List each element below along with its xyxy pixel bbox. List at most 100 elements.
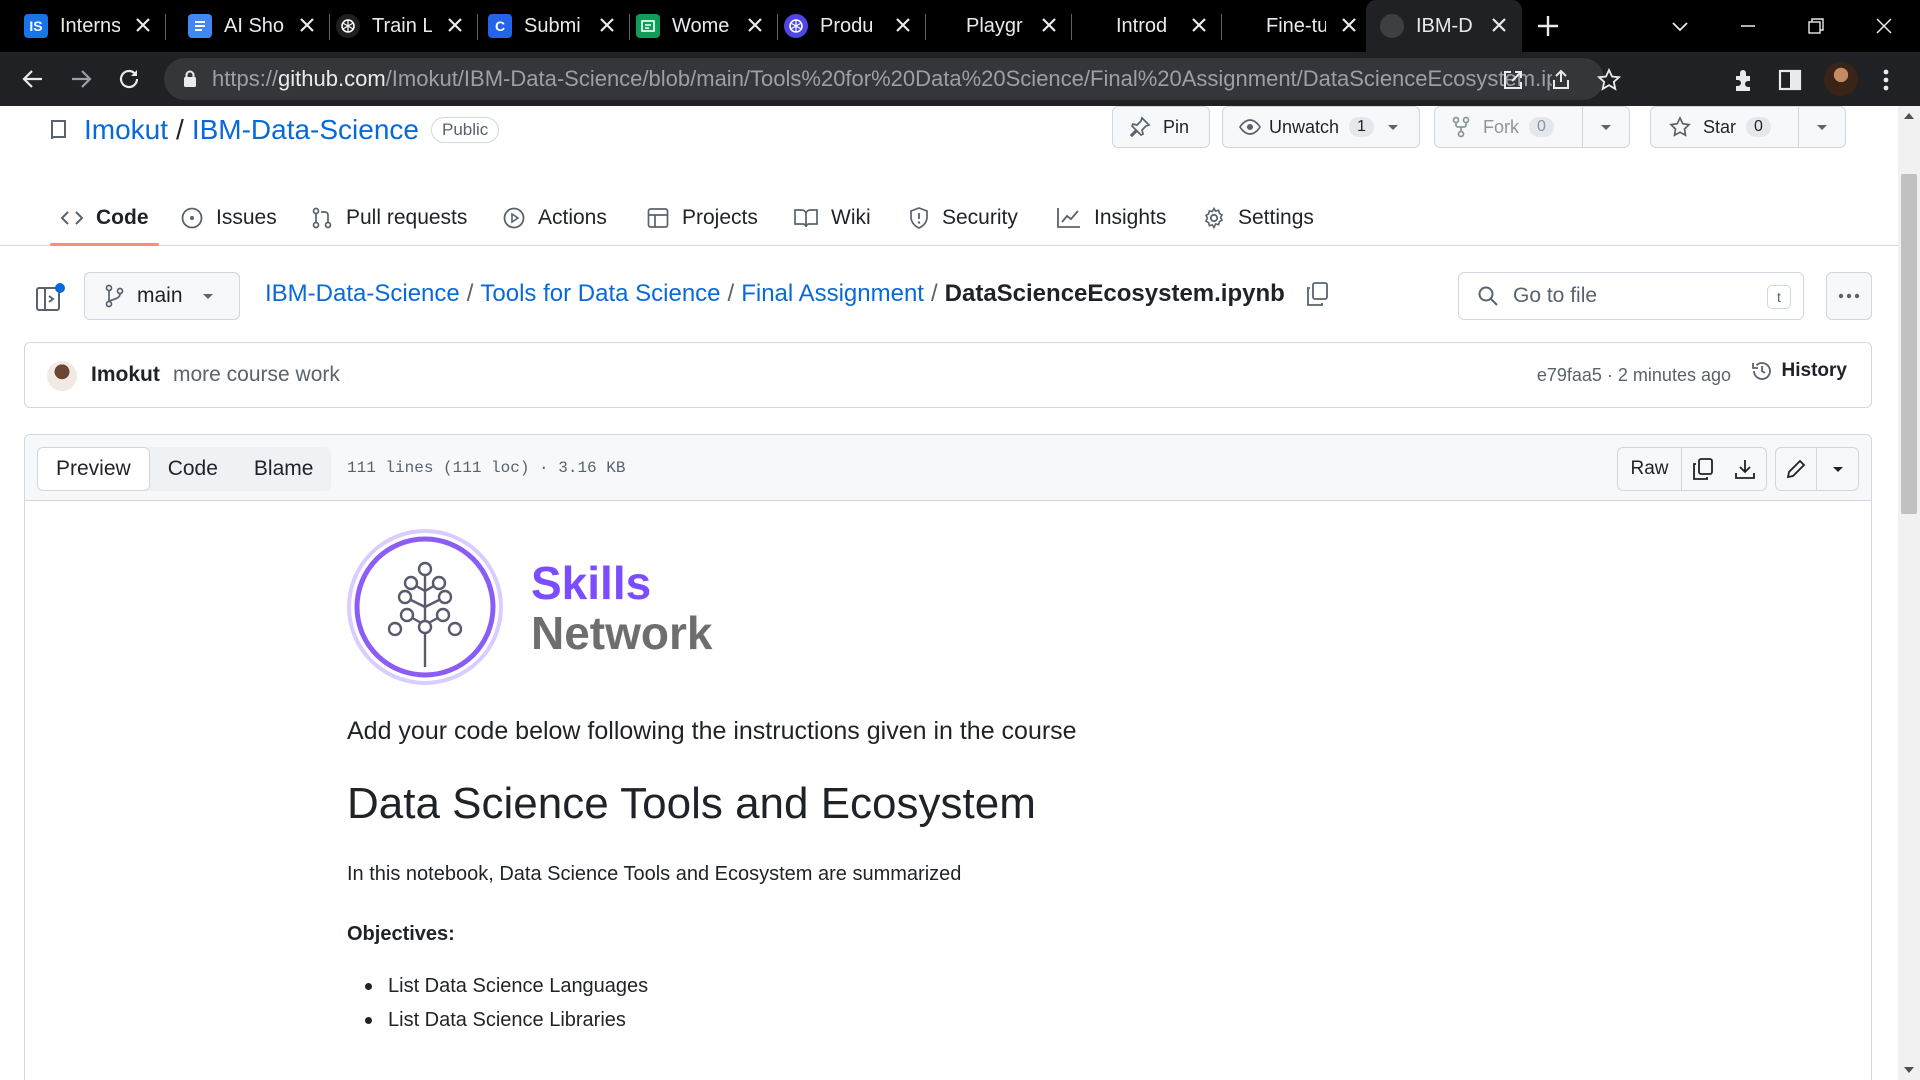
browser-tab[interactable]: Playgr — [916, 0, 1072, 52]
back-icon[interactable] — [18, 64, 48, 94]
repo-name-link[interactable]: IBM-Data-Science — [192, 114, 419, 146]
fork-button[interactable]: Fork 0 — [1434, 106, 1630, 148]
close-tab-icon[interactable] — [892, 14, 914, 36]
commit-sha-time[interactable]: e79faa5 · 2 minutes ago — [1537, 365, 1731, 386]
new-tab-icon[interactable] — [1534, 12, 1562, 40]
tab-favicon-icon — [636, 14, 660, 38]
reload-icon[interactable] — [114, 64, 144, 94]
tab-wiki[interactable]: Wiki — [793, 190, 871, 246]
minimize-icon[interactable] — [1716, 0, 1780, 52]
edit-dropdown[interactable] — [1817, 448, 1858, 490]
browser-tab[interactable]: C Submi — [474, 0, 630, 52]
close-window-icon[interactable] — [1852, 0, 1916, 52]
tab-favicon-icon: C — [488, 14, 512, 38]
download-button[interactable] — [1724, 448, 1766, 490]
chrome-menu-icon[interactable] — [1872, 66, 1900, 94]
copy-raw-button[interactable] — [1682, 448, 1724, 490]
scrollbar-thumb[interactable] — [1901, 174, 1917, 514]
browser-tab[interactable]: Fine-tu — [1216, 0, 1372, 52]
fork-dropdown[interactable] — [1583, 120, 1629, 134]
forward-icon[interactable] — [66, 64, 96, 94]
scroll-down-arrow-icon[interactable] — [1898, 1060, 1920, 1080]
chevron-down-icon — [202, 294, 213, 299]
tab-security[interactable]: Security — [908, 190, 1018, 246]
commit-author-avatar[interactable] — [47, 361, 77, 391]
repo-owner-link[interactable]: Imokut — [84, 114, 168, 146]
breadcrumb-repo[interactable]: IBM-Data-Science — [265, 280, 460, 308]
tab-favicon-icon — [1380, 14, 1404, 38]
tab-title: Introd — [1116, 14, 1168, 37]
go-to-file-input[interactable]: Go to file t — [1458, 272, 1804, 320]
close-tab-icon[interactable] — [1338, 14, 1360, 36]
star-button[interactable]: Star 0 — [1650, 106, 1846, 148]
tab-pull-requests[interactable]: Pull requests — [310, 190, 467, 246]
raw-button[interactable]: Raw — [1618, 448, 1682, 490]
instructions-text: Add your code below following the instru… — [347, 717, 1077, 745]
close-tab-icon[interactable] — [1488, 14, 1510, 36]
lock-icon — [184, 70, 196, 87]
chevron-down-icon — [1817, 125, 1828, 130]
tab-actions[interactable]: Actions — [502, 190, 607, 246]
browser-tab[interactable]: Produ — [770, 0, 926, 52]
commit-message[interactable]: more course work — [173, 363, 340, 387]
pin-button[interactable]: Pin — [1112, 106, 1210, 148]
profile-avatar[interactable] — [1824, 62, 1858, 96]
code-tab[interactable]: Code — [150, 447, 236, 491]
file-stats: 111 lines (111 loc) · 3.16 KB — [347, 459, 626, 477]
latest-commit: Imokut more course work e79faa5 · 2 minu… — [24, 342, 1872, 408]
edit-button-group — [1775, 447, 1859, 491]
close-tab-icon[interactable] — [444, 14, 466, 36]
address-bar[interactable]: https://github.com/Imokut/IBM-Data-Scien… — [164, 58, 1622, 100]
bookmark-star-icon[interactable] — [1596, 67, 1622, 93]
close-tab-icon[interactable] — [744, 14, 766, 36]
page-scrollbar[interactable] — [1898, 106, 1920, 1080]
scroll-up-arrow-icon[interactable] — [1898, 106, 1920, 126]
branch-selector[interactable]: main — [84, 272, 240, 320]
browser-tab[interactable]: AI Sho — [174, 0, 330, 52]
repo-nav: Code Issues Pull requests Actions Projec… — [0, 190, 1898, 246]
tab-projects[interactable]: Projects — [646, 190, 758, 246]
tab-search-icon[interactable] — [1648, 0, 1712, 52]
gear-icon — [1204, 206, 1224, 230]
download-icon — [1735, 460, 1755, 479]
close-tab-icon[interactable] — [132, 14, 154, 36]
breadcrumb-subfolder[interactable]: Final Assignment — [741, 280, 924, 308]
history-icon — [1751, 362, 1771, 380]
objectives-list: List Data Science Languages List Data Sc… — [365, 969, 648, 1037]
browser-tab[interactable]: Train L — [322, 0, 478, 52]
browser-tab[interactable]: IS Interns — [10, 0, 166, 52]
commit-author[interactable]: Imokut — [91, 363, 160, 387]
copy-path-icon[interactable] — [1305, 281, 1329, 307]
edit-button[interactable] — [1776, 448, 1818, 490]
tab-insights[interactable]: Insights — [1056, 190, 1166, 246]
watch-button[interactable]: Unwatch 1 — [1222, 106, 1420, 148]
play-circle-icon — [503, 207, 525, 229]
preview-tab[interactable]: Preview — [37, 447, 150, 491]
star-icon — [1669, 116, 1691, 137]
code-icon — [60, 211, 84, 225]
repo-icon — [51, 120, 66, 140]
blame-tab[interactable]: Blame — [236, 447, 332, 491]
breadcrumb-folder[interactable]: Tools for Data Science — [480, 280, 720, 308]
side-panel-toggle-icon[interactable] — [34, 282, 66, 314]
side-panel-icon[interactable] — [1776, 66, 1804, 94]
restore-icon[interactable] — [1784, 0, 1848, 52]
tab-settings[interactable]: Settings — [1202, 190, 1314, 246]
share-icon[interactable] — [1548, 67, 1574, 93]
browser-tab[interactable]: IBM-D — [1366, 0, 1522, 52]
extensions-icon[interactable] — [1730, 66, 1758, 94]
tab-title: Interns — [60, 14, 120, 37]
history-button[interactable]: History — [1750, 359, 1847, 383]
browser-tab[interactable]: Introd — [1066, 0, 1222, 52]
tab-code[interactable]: Code — [50, 190, 158, 246]
tab-issues[interactable]: Issues — [180, 190, 277, 246]
more-options-button[interactable] — [1826, 272, 1872, 320]
list-item: List Data Science Libraries — [365, 1003, 648, 1037]
close-tab-icon[interactable] — [1188, 14, 1210, 36]
browser-tab[interactable]: Wome — [622, 0, 778, 52]
close-tab-icon[interactable] — [596, 14, 618, 36]
close-tab-icon[interactable] — [296, 14, 318, 36]
star-dropdown[interactable] — [1799, 120, 1845, 134]
close-tab-icon[interactable] — [1038, 14, 1060, 36]
open-in-app-icon[interactable] — [1500, 67, 1526, 93]
